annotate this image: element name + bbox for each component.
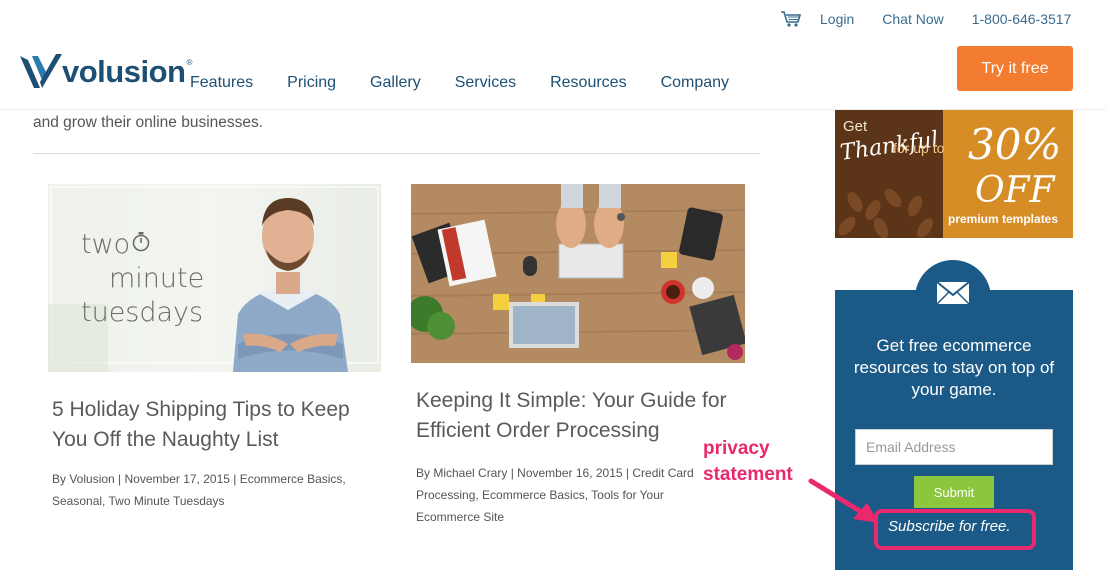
phone-link[interactable]: 1-800-646-3517	[972, 11, 1072, 27]
desk-workspace-image	[411, 184, 745, 363]
post-meta: By Volusion | November 17, 2015 | Ecomme…	[52, 472, 346, 508]
try-it-free-button[interactable]: Try it free	[957, 46, 1073, 91]
promo-percent: 30%	[968, 120, 1062, 169]
nav-gallery[interactable]: Gallery	[370, 74, 421, 92]
nav-services[interactable]: Services	[455, 74, 516, 92]
stopwatch-icon	[132, 232, 150, 252]
promo-off: OFF	[975, 170, 1055, 211]
nav-company[interactable]: Company	[661, 74, 729, 92]
post-date: November 16, 2015	[517, 466, 623, 480]
nav-features[interactable]: Features	[190, 74, 253, 92]
logo-wordmark: volusion	[62, 54, 186, 89]
post-title[interactable]: Keeping It Simple: Your Guide for Effici…	[416, 386, 731, 446]
nav-resources[interactable]: Resources	[550, 74, 626, 92]
post-author[interactable]: By Volusion	[52, 472, 115, 486]
envelope-icon	[936, 281, 970, 305]
post-meta: By Michael Crary | November 16, 2015 | C…	[416, 466, 694, 524]
registered-mark: ®	[186, 57, 193, 67]
main-nav: Features Pricing Gallery Services Resour…	[190, 74, 729, 92]
annotation-arrow-icon	[808, 478, 879, 523]
post-date: November 17, 2015	[124, 472, 230, 486]
blog-post-card: Keeping It Simple: Your Guide for Effici…	[411, 184, 745, 528]
intro-text: and grow their online businesses.	[33, 114, 264, 131]
annotation-line-1: privacy	[703, 438, 770, 459]
privacy-statement-annotation: privacy statement	[703, 436, 793, 488]
section-divider	[33, 153, 760, 154]
promo-subtitle: premium templates	[948, 212, 1059, 226]
site-header: Login Chat Now 1-800-646-3517 volusion ®…	[0, 0, 1106, 110]
email-address-input[interactable]	[855, 429, 1053, 465]
nav-pricing[interactable]: Pricing	[287, 74, 336, 92]
annotation-line-2: statement	[703, 464, 793, 485]
promo-for-up-to: for up to	[893, 140, 945, 156]
highlight-box	[874, 509, 1036, 550]
volusion-logo[interactable]: volusion ®	[18, 50, 192, 94]
chat-now-link[interactable]: Chat Now	[882, 11, 943, 27]
blog-post-card: two minute tuesdays 5 Holiday Shipping T…	[48, 184, 381, 512]
cart-icon[interactable]	[780, 10, 802, 28]
thumb-text-tuesdays: tuesdays	[81, 297, 204, 328]
newsletter-heading: Get free ecommerce resources to stay on …	[853, 336, 1055, 399]
utility-bar: Login Chat Now 1-800-646-3517	[780, 8, 1071, 30]
post-thumbnail[interactable]	[411, 184, 745, 363]
thumb-text-minute: minute	[109, 263, 205, 294]
promo-get: Get	[843, 118, 868, 135]
login-link[interactable]: Login	[820, 11, 854, 27]
post-author[interactable]: By Michael Crary	[416, 466, 507, 480]
thankful-promo-banner[interactable]: Get Thankful for up to 30% OFF premium t…	[835, 110, 1073, 238]
submit-button[interactable]: Submit	[914, 476, 994, 508]
volusion-v-icon	[20, 54, 62, 88]
post-title[interactable]: 5 Holiday Shipping Tips to Keep You Off …	[52, 395, 352, 455]
post-thumbnail[interactable]: two minute tuesdays	[48, 184, 381, 372]
